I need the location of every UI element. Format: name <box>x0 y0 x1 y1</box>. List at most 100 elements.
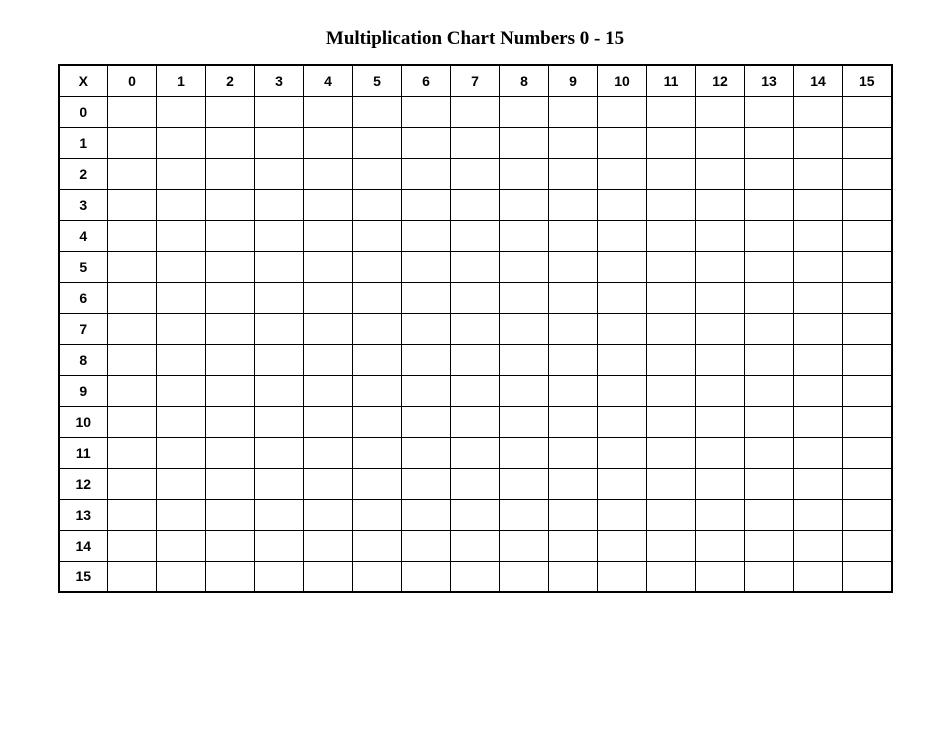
table-row: 10 <box>59 406 892 437</box>
col-header: 13 <box>745 65 794 96</box>
col-header: 11 <box>647 65 696 96</box>
table-cell <box>206 251 255 282</box>
table-cell <box>598 375 647 406</box>
table-cell <box>696 189 745 220</box>
table-cell <box>108 406 157 437</box>
table-cell <box>402 282 451 313</box>
table-cell <box>500 220 549 251</box>
row-header: 0 <box>59 96 108 127</box>
table-cell <box>255 282 304 313</box>
table-cell <box>451 189 500 220</box>
table-cell <box>745 437 794 468</box>
table-cell <box>745 344 794 375</box>
table-cell <box>843 251 892 282</box>
table-cell <box>843 220 892 251</box>
table-cell <box>206 499 255 530</box>
table-row: 7 <box>59 313 892 344</box>
table-cell <box>255 96 304 127</box>
col-header: 6 <box>402 65 451 96</box>
table-cell <box>843 158 892 189</box>
col-header: 1 <box>157 65 206 96</box>
table-cell <box>206 344 255 375</box>
table-row: 4 <box>59 220 892 251</box>
table-cell <box>157 158 206 189</box>
table-cell <box>402 499 451 530</box>
table-cell <box>157 96 206 127</box>
table-cell <box>843 313 892 344</box>
table-cell <box>402 189 451 220</box>
table-cell <box>745 561 794 592</box>
table-cell <box>598 468 647 499</box>
table-cell <box>353 158 402 189</box>
table-cell <box>598 499 647 530</box>
row-header: 12 <box>59 468 108 499</box>
row-header: 15 <box>59 561 108 592</box>
table-cell <box>745 375 794 406</box>
table-row: 14 <box>59 530 892 561</box>
table-cell <box>157 344 206 375</box>
col-header: 10 <box>598 65 647 96</box>
table-cell <box>353 251 402 282</box>
table-cell <box>843 468 892 499</box>
table-cell <box>255 220 304 251</box>
table-cell <box>304 158 353 189</box>
table-cell <box>108 561 157 592</box>
table-row: 0 <box>59 96 892 127</box>
table-cell <box>157 375 206 406</box>
table-cell <box>402 127 451 158</box>
table-cell <box>647 220 696 251</box>
table-cell <box>353 530 402 561</box>
table-cell <box>304 530 353 561</box>
table-cell <box>647 468 696 499</box>
table-cell <box>451 282 500 313</box>
table-cell <box>696 530 745 561</box>
table-cell <box>549 406 598 437</box>
table-cell <box>255 251 304 282</box>
table-cell <box>304 375 353 406</box>
table-cell <box>255 127 304 158</box>
table-cell <box>794 251 843 282</box>
table-cell <box>500 127 549 158</box>
table-cell <box>255 561 304 592</box>
table-cell <box>500 344 549 375</box>
table-cell <box>647 96 696 127</box>
row-header: 11 <box>59 437 108 468</box>
table-cell <box>598 189 647 220</box>
row-header: 1 <box>59 127 108 158</box>
row-header: 5 <box>59 251 108 282</box>
table-cell <box>353 189 402 220</box>
table-cell <box>206 313 255 344</box>
table-cell <box>451 375 500 406</box>
table-cell <box>843 344 892 375</box>
table-cell <box>500 561 549 592</box>
table-cell <box>157 437 206 468</box>
table-cell <box>843 189 892 220</box>
table-cell <box>794 375 843 406</box>
table-cell <box>794 189 843 220</box>
row-header: 10 <box>59 406 108 437</box>
col-header: 14 <box>794 65 843 96</box>
table-cell <box>549 437 598 468</box>
table-cell <box>402 437 451 468</box>
table-cell <box>794 127 843 158</box>
table-cell <box>794 96 843 127</box>
table-cell <box>206 220 255 251</box>
table-cell <box>500 406 549 437</box>
table-cell <box>353 127 402 158</box>
table-cell <box>206 158 255 189</box>
table-cell <box>108 220 157 251</box>
table-row: 12 <box>59 468 892 499</box>
table-cell <box>157 499 206 530</box>
table-cell <box>206 406 255 437</box>
table-cell <box>353 282 402 313</box>
table-cell <box>549 499 598 530</box>
col-header: 15 <box>843 65 892 96</box>
row-header: 8 <box>59 344 108 375</box>
table-cell <box>157 220 206 251</box>
table-cell <box>598 220 647 251</box>
row-header: 4 <box>59 220 108 251</box>
table-cell <box>500 499 549 530</box>
table-cell <box>745 468 794 499</box>
table-cell <box>843 282 892 313</box>
table-cell <box>451 437 500 468</box>
